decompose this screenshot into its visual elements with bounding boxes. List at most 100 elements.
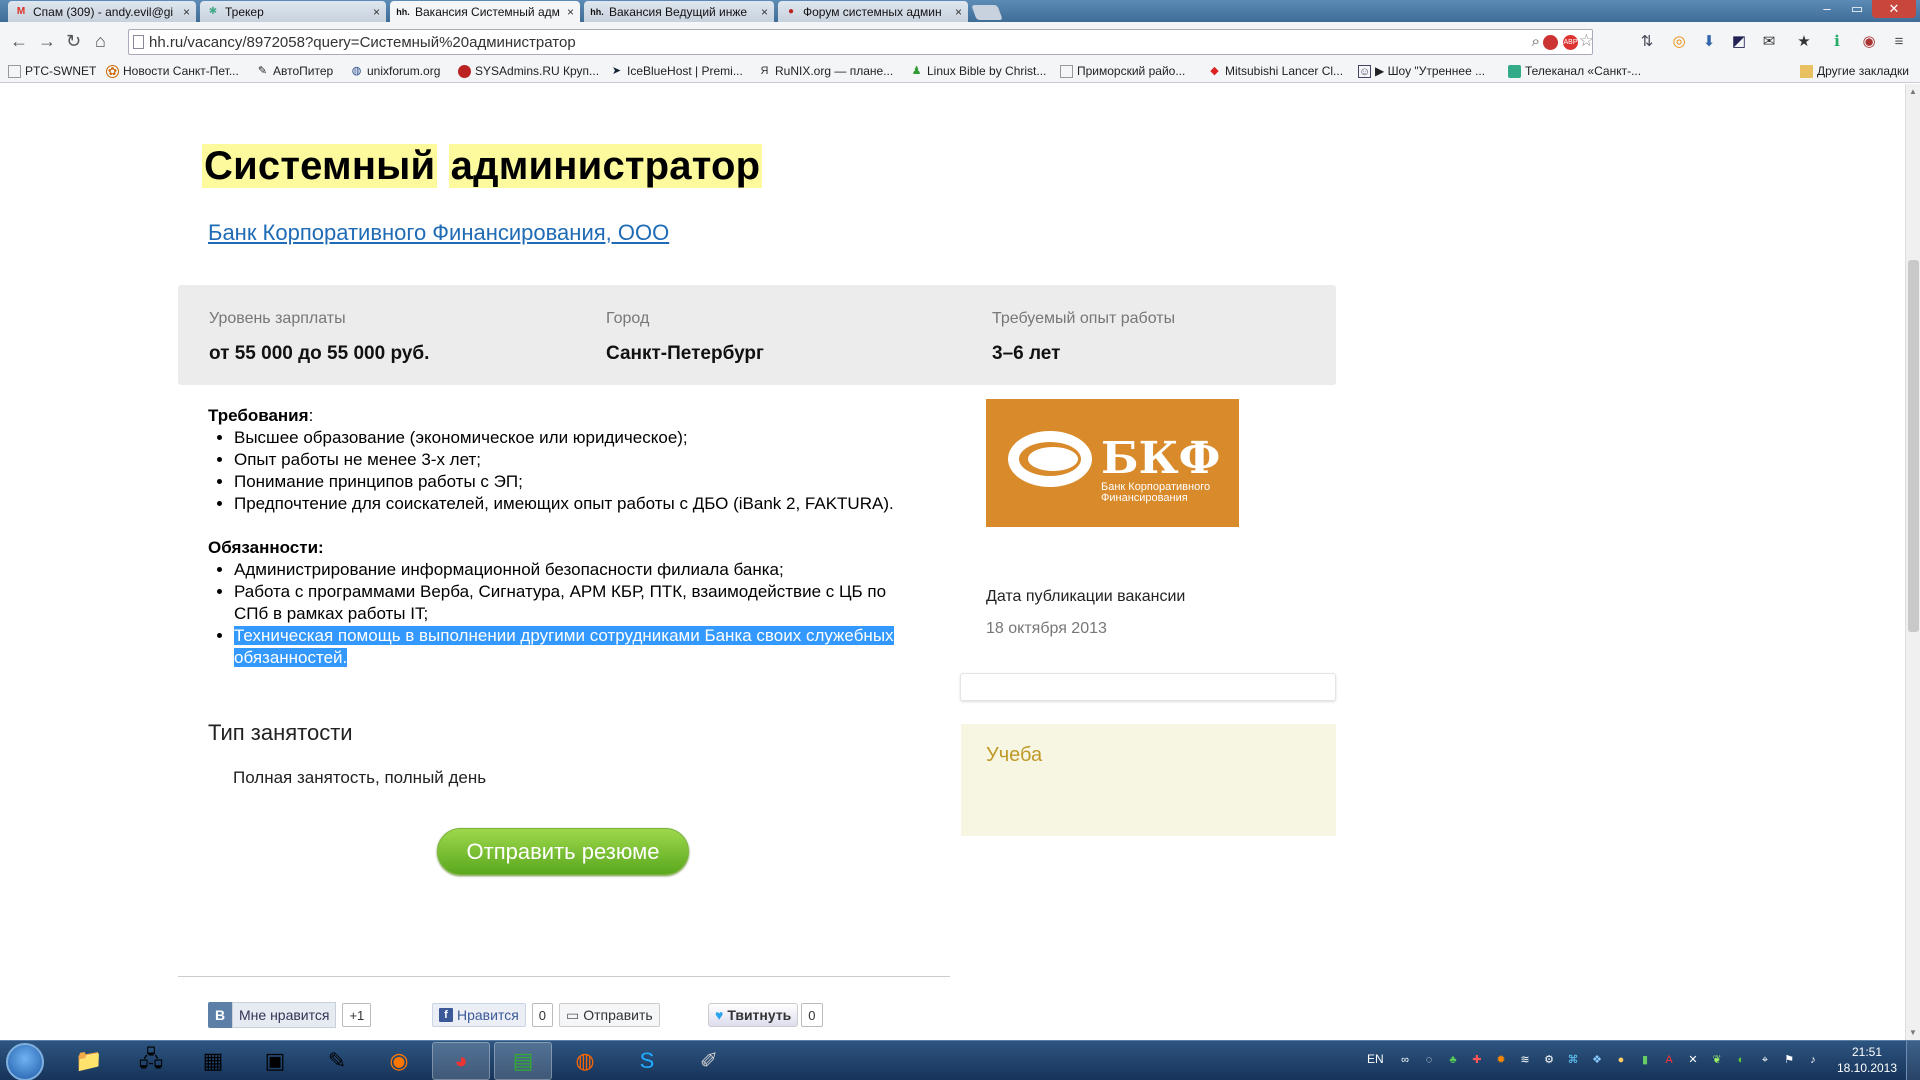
tray-fire-icon[interactable]: ✹	[1494, 1053, 1508, 1067]
tab-forum[interactable]: ● Форум системных админ ×	[778, 1, 968, 22]
chrome-icon[interactable]: ◕	[432, 1042, 490, 1080]
tweet-button[interactable]: ♥ Твитнуть	[708, 1003, 799, 1027]
minimize-icon[interactable]: –	[1812, 0, 1842, 18]
page-icon	[8, 64, 21, 78]
language-indicator[interactable]: EN	[1367, 1052, 1384, 1066]
facebook-like-button[interactable]: f Нравится	[432, 1003, 526, 1027]
start-button[interactable]	[6, 1043, 44, 1080]
explorer-icon[interactable]: 📁	[60, 1042, 118, 1080]
company-logo: БКФ Банк Корпоративного Финансирования	[986, 399, 1239, 527]
tab-gmail[interactable]: M Спам (309) - andy.evil@gi ×	[8, 1, 196, 22]
send-resume-button[interactable]: Отправить резюме	[437, 828, 689, 875]
close-icon[interactable]: ×	[567, 5, 574, 19]
tray-wifi-icon[interactable]: ≋	[1518, 1053, 1532, 1067]
tray-x-icon[interactable]: ✕	[1686, 1053, 1700, 1067]
bookmark-item[interactable]: ☺ ▶ Шоу "Утреннее ...	[1358, 64, 1485, 78]
close-icon[interactable]: ×	[761, 5, 768, 19]
facebook-widget[interactable]: f Нравится 0 ▭ Отправить	[432, 1002, 660, 1028]
folder-icon	[1800, 64, 1813, 78]
extension-icon[interactable]: ℹ	[1828, 33, 1846, 51]
block-icon[interactable]	[1543, 35, 1558, 50]
tray-adobe-icon[interactable]: A	[1662, 1053, 1676, 1067]
close-icon[interactable]: ×	[955, 5, 962, 19]
download-icon[interactable]: ⬇	[1700, 33, 1718, 51]
system-clock[interactable]: 21:51 18.10.2013	[1832, 1044, 1902, 1076]
tray-volume-icon[interactable]: ♪	[1806, 1053, 1820, 1067]
bookmark-item[interactable]: ♟ Linux Bible by Christ...	[910, 64, 1047, 78]
tray-app-icon[interactable]: ♣	[1446, 1053, 1460, 1067]
study-block[interactable]: Учеба	[961, 724, 1336, 836]
mitsubishi-icon: ◆	[1210, 64, 1219, 77]
adblock-icon[interactable]: ABP	[1563, 35, 1578, 50]
tray-link-icon[interactable]: ∞	[1398, 1053, 1412, 1067]
addon-icon[interactable]: ◉	[1860, 33, 1878, 51]
tab-vacancy-engineer[interactable]: hh. Вакансия Ведущий инже ×	[584, 1, 774, 22]
bookmark-item[interactable]: ◍ unixforum.org	[350, 64, 441, 78]
network-app-icon[interactable]: 🖧	[122, 1042, 180, 1080]
translate-icon[interactable]: ⇅	[1638, 33, 1656, 51]
tray-orb-icon[interactable]: ●	[1614, 1053, 1628, 1067]
tray-shield-icon[interactable]: ✚	[1470, 1053, 1484, 1067]
facebook-send-button[interactable]: ▭ Отправить	[559, 1003, 660, 1027]
bookmark-item[interactable]: Приморский райо...	[1060, 64, 1185, 78]
screen-icon[interactable]: ◩	[1730, 33, 1748, 51]
tray-sync-icon[interactable]: ◌	[1422, 1053, 1436, 1067]
bookmark-item[interactable]: ➤ IceBlueHost | Premi...	[610, 64, 743, 78]
tray-cursor-icon[interactable]: ⌖	[1758, 1053, 1772, 1067]
paint-icon[interactable]: ✐	[680, 1042, 738, 1080]
back-arrow-icon[interactable]: ←	[10, 31, 28, 51]
plus-one-button[interactable]: +1	[342, 1003, 372, 1027]
other-bookmarks[interactable]: Другие закладки	[1800, 64, 1909, 78]
star-icon[interactable]: ☆	[1579, 31, 1594, 51]
send-icon: ▭	[566, 1006, 580, 1023]
scroll-up-icon[interactable]: ▲	[1909, 87, 1917, 96]
vlc-like-icon[interactable]: ◍	[556, 1042, 614, 1080]
skype-icon[interactable]: S	[618, 1042, 676, 1080]
tray-steam-icon[interactable]: ⚙	[1542, 1053, 1556, 1067]
home-icon[interactable]: ⌂	[95, 31, 106, 51]
bookmark-item[interactable]: ◆ Mitsubishi Lancer Cl...	[1208, 64, 1343, 78]
url-text[interactable]: hh.ru/vacancy/8972058?query=Системный%20…	[149, 34, 576, 51]
tray-network-icon[interactable]: ⌘	[1566, 1053, 1580, 1067]
show-desktop-button[interactable]	[1906, 1041, 1920, 1080]
reload-icon[interactable]: ↻	[66, 31, 81, 51]
twitter-widget[interactable]: ♥ Твитнуть 0	[708, 1002, 823, 1028]
close-icon[interactable]: ×	[183, 5, 190, 19]
tray-flag-icon[interactable]: ⚑	[1782, 1053, 1796, 1067]
close-icon[interactable]: ×	[373, 5, 380, 19]
vk-like-widget[interactable]: В Мне нравится +1	[208, 1002, 372, 1028]
notepad-icon[interactable]: ✎	[308, 1042, 366, 1080]
maximize-icon[interactable]: ▭	[1842, 0, 1872, 18]
bookmark-item[interactable]: PTC-SWNET	[8, 64, 96, 78]
bookmark-item[interactable]: Я RuNIX.org — плане...	[758, 64, 894, 78]
menu-icon[interactable]: ≡	[1890, 33, 1908, 51]
scroll-down-icon[interactable]: ▼	[1909, 1028, 1917, 1037]
forward-arrow-icon[interactable]: →	[38, 31, 56, 51]
rss-icon[interactable]: ◎	[1670, 33, 1688, 51]
company-link[interactable]: Банк Корпоративного Финансирования, ООО	[208, 220, 669, 246]
tray-green-icon[interactable]: ▮	[1638, 1053, 1652, 1067]
tray-leaf-icon[interactable]: ❦	[1710, 1053, 1724, 1067]
bookmark-item[interactable]: Телеканал «Санкт-...	[1508, 64, 1641, 78]
vacancy-title: Системный администратор	[202, 144, 763, 188]
search-icon[interactable]: ⌕	[1532, 33, 1540, 50]
scrollbar-thumb[interactable]	[1908, 260, 1919, 632]
firefox-icon[interactable]: ◉	[370, 1042, 428, 1080]
new-tab-button[interactable]	[971, 5, 1003, 20]
window-close-icon[interactable]: ✕	[1872, 0, 1916, 18]
tray-dropbox-icon[interactable]: ❖	[1590, 1053, 1604, 1067]
bookmark-item[interactable]: SYSAdmins.RU Круп...	[458, 64, 599, 78]
window-app-icon[interactable]: ▣	[246, 1042, 304, 1080]
calculator-icon[interactable]: ▦	[184, 1042, 242, 1080]
mail-icon[interactable]: ✉	[1760, 33, 1778, 51]
tab-tracker[interactable]: ✱ Трекер ×	[200, 1, 386, 22]
favorites-icon[interactable]: ★	[1795, 33, 1813, 51]
bookmark-item[interactable]: ✿ Новости Санкт-Пет...	[106, 64, 239, 78]
tab-vacancy-sysadmin[interactable]: hh. Вакансия Системный адм ×	[390, 1, 580, 22]
vk-like-button[interactable]: Мне нравится	[232, 1002, 337, 1028]
address-bar[interactable]: hh.ru/vacancy/8972058?query=Системный%20…	[128, 29, 1594, 55]
terminal-app-icon[interactable]: ▤	[494, 1042, 552, 1080]
bookmark-item[interactable]: ✎ АвтоПитер	[256, 64, 333, 78]
tray-check-icon[interactable]: ◐	[1734, 1053, 1748, 1067]
page-scrollbar[interactable]: ▲ ▼	[1905, 84, 1920, 1040]
